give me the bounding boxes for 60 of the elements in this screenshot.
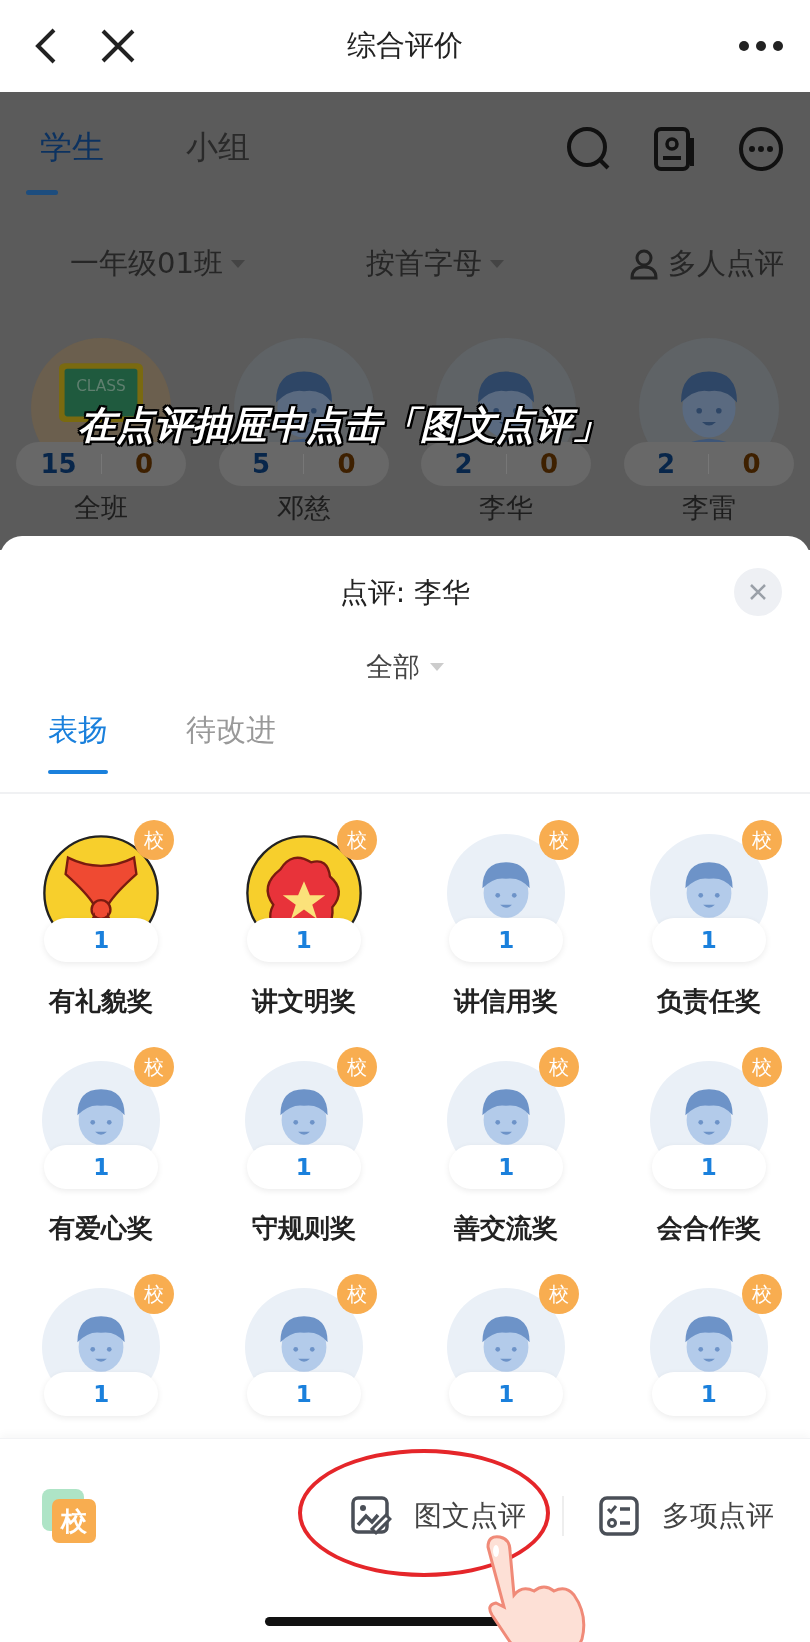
page-title: 综合评价 (346, 27, 464, 64)
award-count: 1 (246, 1145, 361, 1189)
praise-count: 15 (39, 449, 78, 479)
sheet-title: 点评: 李华 (339, 575, 471, 611)
award-count: 1 (651, 1372, 766, 1416)
caret-icon (430, 663, 444, 671)
school-badge: 校 (741, 1047, 782, 1087)
award-count: 1 (246, 1372, 361, 1416)
award-name[interactable]: 讲信用奖 (454, 984, 559, 1019)
award-name[interactable]: 有礼貌奖 (49, 984, 154, 1019)
school-badge: 校 (134, 1047, 175, 1087)
award-name[interactable]: 讲文明奖 (251, 984, 356, 1019)
checklist-icon (598, 1495, 640, 1537)
review-tab[interactable]: 待改进 (186, 700, 276, 780)
search-icon[interactable] (566, 126, 612, 172)
image-text-review-button[interactable]: 图文点评 (350, 1495, 526, 1537)
review-tab[interactable]: 表扬 (48, 700, 108, 780)
improve-count: 0 (741, 449, 762, 479)
improve-count: 0 (336, 449, 357, 479)
improve-count: 0 (133, 449, 155, 479)
school-badge: 校 (539, 1274, 580, 1314)
video-caption: 在点评抽屉中点击「图文点评」 (78, 402, 610, 449)
more-icon[interactable] (738, 40, 784, 52)
student-name[interactable]: 李华 (479, 492, 534, 525)
school-badge: 校 (539, 1047, 580, 1087)
award-count: 1 (44, 1372, 159, 1416)
praise-count: 2 (453, 449, 474, 479)
student-name[interactable]: 李雷 (681, 492, 736, 525)
more-circle-icon[interactable] (738, 126, 784, 172)
school-badge: 校 (336, 1274, 377, 1314)
student-name[interactable]: 邓慈 (276, 492, 331, 525)
student-name[interactable]: 全班 (74, 492, 129, 525)
award-count: 1 (449, 1145, 564, 1189)
category-dropdown[interactable]: 全部 (366, 634, 444, 700)
school-badge: 校 (134, 820, 175, 860)
close-icon[interactable] (100, 28, 136, 64)
award-count: 1 (449, 918, 564, 962)
school-badge: 校 (741, 1274, 782, 1314)
improve-count: 0 (538, 449, 560, 479)
award-count: 1 (449, 1372, 564, 1416)
praise-count: 2 (655, 449, 677, 479)
praise-count: 5 (250, 449, 272, 479)
school-badge: 校 (134, 1274, 175, 1314)
school-badge: 校 (336, 1047, 377, 1087)
award-count: 1 (44, 918, 159, 962)
award-count: 1 (246, 918, 361, 962)
award-count: 1 (651, 1145, 766, 1189)
school-badge: 校 (336, 820, 377, 860)
multi-item-review-button[interactable]: 多项点评 (598, 1495, 774, 1537)
school-badge: 校 (539, 820, 580, 860)
award-name[interactable]: 有爱心奖 (49, 1211, 154, 1246)
school-badge: 校 (741, 820, 782, 860)
award-name[interactable]: 负责任奖 (656, 984, 761, 1019)
image-edit-icon (350, 1495, 392, 1537)
tab-indicator (26, 190, 58, 195)
award-name[interactable]: 善交流奖 (454, 1211, 559, 1246)
award-name[interactable]: 会合作奖 (656, 1211, 761, 1246)
award-name[interactable]: 守规则奖 (251, 1211, 356, 1246)
award-count: 1 (44, 1145, 159, 1189)
award-count: 1 (651, 918, 766, 962)
